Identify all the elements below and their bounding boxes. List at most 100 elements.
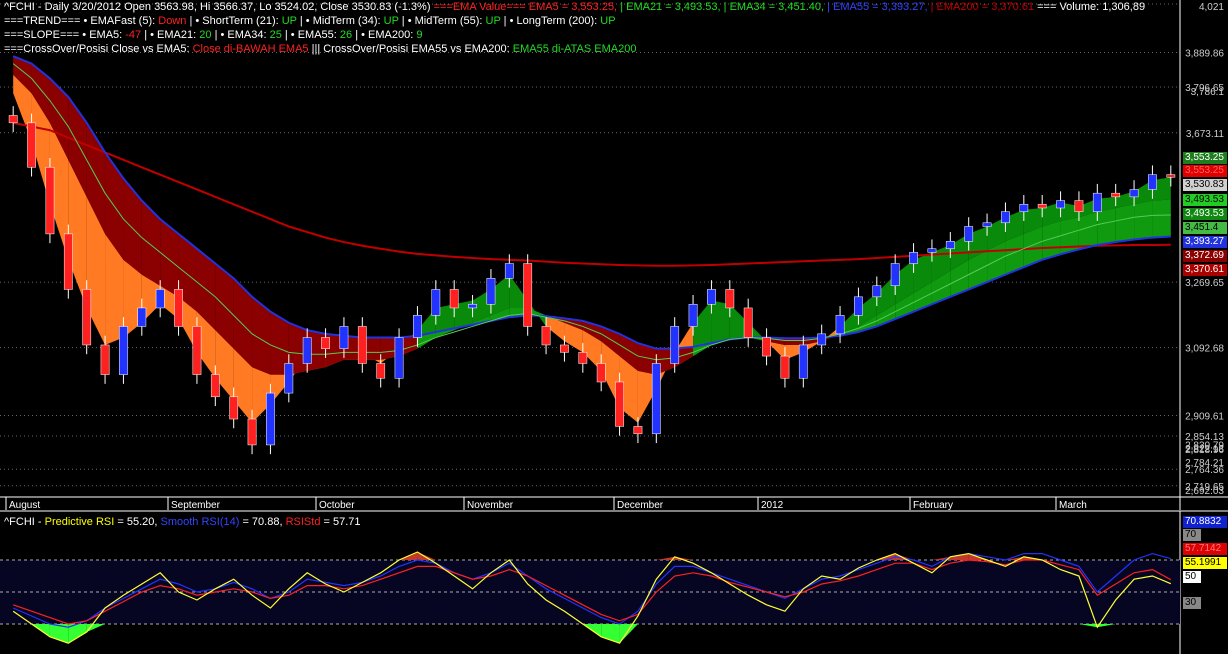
candle <box>1148 174 1157 190</box>
price-tag: 3,493.53 <box>1183 208 1227 220</box>
candle <box>486 278 496 305</box>
candle <box>1037 204 1047 209</box>
header-line-1: ^FCHI - Daily 3/20/2012 Open 3563.98, Hi… <box>4 0 1145 14</box>
candle <box>468 303 477 309</box>
slope-ema5: -47 <box>125 29 142 41</box>
chart-window: 4,021 3,889.86 3,796.65 3,786.1 3,673.11 3,26… <box>0 0 1228 654</box>
candle <box>1074 200 1084 212</box>
rsi-oversold-fill <box>1097 624 1116 628</box>
candle <box>504 263 514 279</box>
candle <box>798 344 808 379</box>
month-label: March <box>1059 500 1087 511</box>
slope-label: ===SLOPE=== • EMA5: <box>4 29 123 41</box>
rsi-tag: 50 <box>1183 571 1201 583</box>
candle <box>780 355 790 379</box>
price-chart[interactable]: 4,0213,889.863,796.653,786.13,673.113,26… <box>0 0 1228 654</box>
slope-ema21-label: | • EMA21: <box>144 29 197 41</box>
candle <box>82 289 92 346</box>
candle <box>8 115 18 124</box>
candle <box>321 337 330 349</box>
price-axis-label: 4,021 <box>1199 2 1224 13</box>
ema21-ema55-band <box>1152 199 1171 238</box>
candle <box>541 326 551 346</box>
candle <box>982 222 992 227</box>
candle <box>1092 192 1102 212</box>
trend-short-label: | • ShortTerm (21): <box>189 15 279 27</box>
rsi-tag: 70.8832 <box>1183 516 1227 528</box>
header-line-3: ===SLOPE=== • EMA5: -47 | • EMA21: 20 | … <box>4 28 422 42</box>
cross-label: ===CrossOver/Posisi Close vs EMA5: <box>4 43 190 55</box>
ema21-ema55-band <box>1134 200 1153 240</box>
cross2-label: ||| CrossOver/Posisi EMA55 vs EMA200: <box>311 43 510 55</box>
slope-ema55: 26 <box>339 29 353 41</box>
candle <box>927 248 937 253</box>
month-label: September <box>171 500 221 511</box>
trend-fast: Down <box>158 15 187 27</box>
candle <box>1111 192 1121 198</box>
price-tag: 3,393.27 <box>1183 236 1227 248</box>
candle <box>872 285 882 298</box>
trend-label: ===TREND=== • EMAFast (5): <box>4 15 156 27</box>
trend-mid: UP <box>383 15 399 27</box>
rsi-oversold-fill <box>619 624 638 644</box>
month-label: December <box>617 500 664 511</box>
trend-mid-label: | • MidTerm (34): <box>299 15 381 27</box>
candle <box>63 233 73 290</box>
predictive-rsi-value: = 55.20, <box>117 516 158 528</box>
cross2-value: EMA55 di-ATAS EMA200 <box>512 43 637 55</box>
trend-long: UP <box>600 15 616 27</box>
ema21-ema55-band <box>123 178 142 275</box>
month-label: November <box>467 500 514 511</box>
rsi-oversold-fill <box>1078 624 1098 628</box>
ema34-value: | EMA34 = 3,451.40, <box>723 1 825 13</box>
ema21-ema55-band <box>1097 207 1116 246</box>
price-tag: 3,451.4 <box>1183 222 1227 234</box>
ema21-ema55-band <box>1078 211 1098 250</box>
slope-ema200: 9 <box>416 29 423 41</box>
candle <box>394 337 404 379</box>
candle <box>964 226 974 242</box>
smooth-rsi-label: Smooth RSI(14) <box>160 516 240 528</box>
candle <box>909 252 918 264</box>
price-axis-label: 3,269.65 <box>1185 278 1224 289</box>
ema21-ema55-band <box>141 200 161 286</box>
candle <box>229 396 239 420</box>
candle <box>1166 174 1176 178</box>
candle <box>615 381 624 427</box>
slope-ema21: 20 <box>199 29 212 41</box>
candle <box>100 344 110 375</box>
price-tag: 3,553.25 <box>1183 152 1227 164</box>
trend-mid55: UP <box>485 15 501 27</box>
candle <box>247 418 257 446</box>
candle <box>651 363 661 435</box>
candle <box>725 289 735 309</box>
candle <box>1129 189 1139 198</box>
candle <box>192 326 202 375</box>
rsi-header: ^FCHI - Predictive RSI = 55.20, Smooth R… <box>4 515 361 529</box>
candle <box>743 307 753 338</box>
candle <box>1056 200 1065 209</box>
candle <box>137 307 147 327</box>
candle <box>376 363 386 379</box>
candle <box>174 289 183 327</box>
price-axis-label: 3,092.68 <box>1185 344 1224 355</box>
price-axis-label: 3,673.11 <box>1186 129 1225 140</box>
candle <box>1001 211 1010 224</box>
smooth-rsi-value: = 70.88, <box>242 516 283 528</box>
slope-ema34: 25 <box>269 29 282 41</box>
rsistd-label: RSIStd <box>285 516 321 528</box>
price-axis-label: 3,786.1 <box>1191 87 1225 98</box>
candle <box>302 337 312 364</box>
candle <box>835 315 845 335</box>
candle <box>688 303 698 327</box>
price-tag: 3,372.69 <box>1183 250 1227 262</box>
candle <box>523 263 533 327</box>
rsistd-value: = 57.71 <box>323 516 361 528</box>
rsi-tag: 57.7142 <box>1183 543 1227 555</box>
candle <box>596 363 606 383</box>
candle <box>431 289 441 316</box>
candle <box>854 296 863 316</box>
ema21-ema55-band <box>1115 204 1135 243</box>
price-axis-label: 2,909.61 <box>1185 411 1224 422</box>
month-label: February <box>913 500 953 511</box>
